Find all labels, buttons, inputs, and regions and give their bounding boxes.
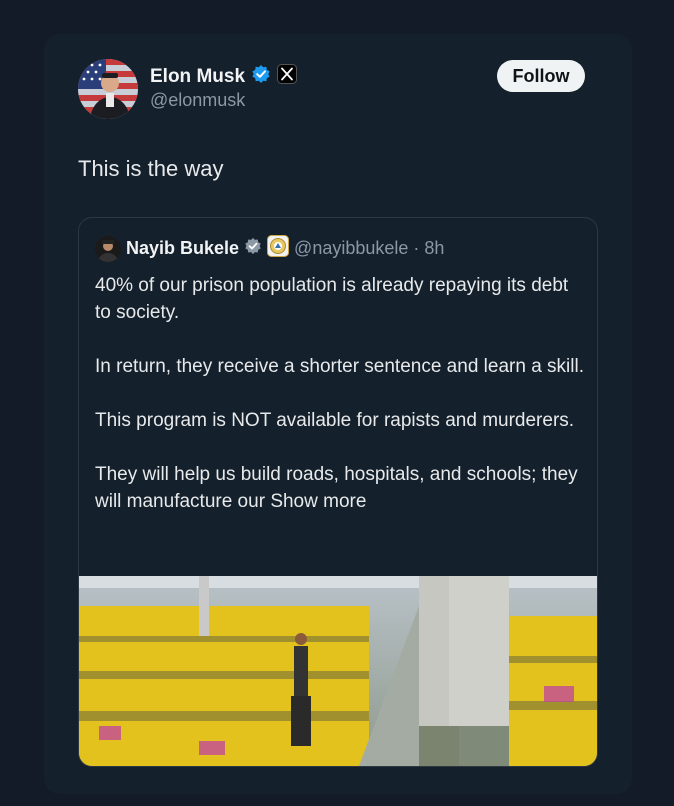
quote-paragraph: 40% of our prison population is already … (95, 275, 569, 323)
author-handle[interactable]: @elonmusk (150, 90, 245, 111)
verified-badge-icon (244, 237, 262, 260)
quote-author-name[interactable]: Nayib Bukele (126, 238, 239, 259)
quote-paragraph: In return, they receive a shorter senten… (95, 356, 584, 377)
avatar[interactable] (78, 59, 138, 119)
author-name[interactable]: Elon Musk (150, 66, 245, 88)
follow-button[interactable]: Follow (497, 60, 585, 92)
quote-paragraph: This program is NOT available for rapist… (95, 410, 575, 431)
quote-paragraph-last: They will help us build roads, hospitals… (95, 461, 585, 515)
tweet-text: This is the way (78, 156, 224, 181)
author-row: Elon Musk (150, 64, 298, 89)
quote-header: Nayib Bukele @nayibbukele · 8h (95, 235, 444, 262)
x-logo-icon (277, 64, 298, 89)
quote-avatar (95, 235, 121, 262)
quoted-tweet[interactable]: Nayib Bukele @nayibbukele · 8h 40% of ou… (78, 217, 598, 767)
verified-badge-icon (251, 64, 271, 89)
quote-separator: · (413, 238, 420, 258)
quote-author-handle[interactable]: @nayibbukele (294, 238, 408, 259)
quote-body: 40% of our prison population is already … (95, 272, 585, 542)
quote-media-image[interactable] (79, 576, 597, 766)
government-seal-icon (267, 235, 290, 262)
quote-timestamp[interactable]: 8h (424, 238, 444, 259)
show-more-link[interactable]: Show more (270, 491, 366, 512)
